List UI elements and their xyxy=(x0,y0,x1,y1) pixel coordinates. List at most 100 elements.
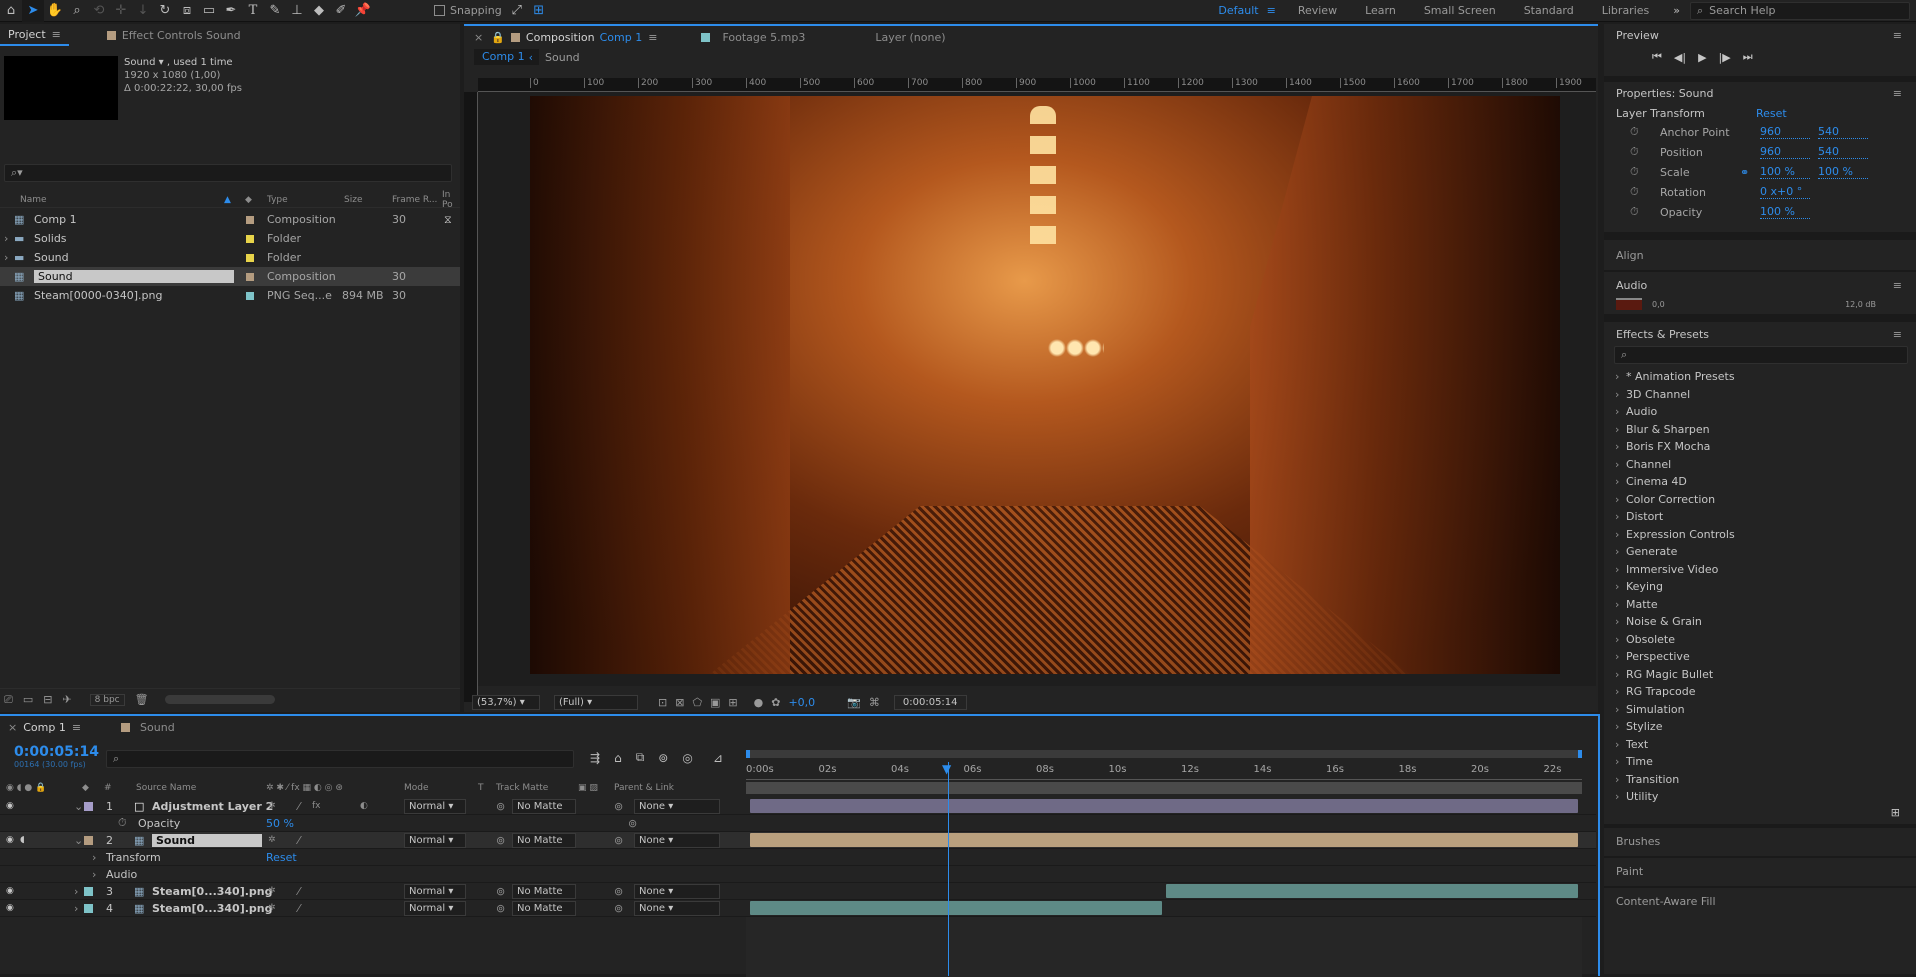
clone-stamp-tool-icon[interactable]: ⊥ xyxy=(286,0,308,22)
parent-pickwhip-icon[interactable]: ⊚ xyxy=(614,800,623,813)
current-time-display[interactable]: 0:00:05:14 00164 (30.00 fps) xyxy=(14,744,99,769)
panel-menu-icon[interactable]: ≡ xyxy=(1893,279,1902,292)
workspace-menu-icon[interactable]: ≡ xyxy=(1267,4,1276,17)
effect-category[interactable]: Expression Controls xyxy=(1612,526,1916,544)
quality-switch-icon[interactable]: ⁄ xyxy=(298,834,300,847)
transform-reset[interactable]: Reset xyxy=(266,851,297,864)
reset-exposure-icon[interactable]: ✿ xyxy=(771,696,780,709)
time-ruler[interactable]: 0:00s 02s 04s 06s 08s 10s 12s 14s 16s 18s 20s 22s xyxy=(746,762,1582,780)
dolly-camera-icon[interactable]: ↓ xyxy=(132,0,154,22)
home-icon[interactable]: ⌂ xyxy=(0,0,22,22)
project-item[interactable]: ▦ Comp 1 Composition 30 ⧖ xyxy=(0,210,460,229)
layer-duration-bar[interactable] xyxy=(750,799,1578,813)
project-bpc[interactable]: 8 bpc xyxy=(89,693,125,706)
content-aware-header[interactable]: Content-Aware Fill xyxy=(1604,888,1916,916)
parent-pickwhip-icon[interactable]: ⊚ xyxy=(614,902,623,915)
align-header[interactable]: Align xyxy=(1604,240,1916,270)
blend-mode-dropdown[interactable]: Normal ▾ xyxy=(404,901,466,916)
blend-mode-dropdown[interactable]: Normal ▾ xyxy=(404,833,466,848)
parent-pickwhip-icon[interactable]: ⊚ xyxy=(614,885,623,898)
previous-frame-icon[interactable]: ◀| xyxy=(1674,51,1686,64)
effect-category[interactable]: Cinema 4D xyxy=(1612,473,1916,491)
track-matte-dropdown[interactable]: No Matte xyxy=(512,901,576,916)
mask-visibility-icon[interactable]: ⬠ xyxy=(692,696,702,709)
label-swatch[interactable] xyxy=(246,253,254,262)
effect-category[interactable]: * Animation Presets xyxy=(1612,368,1916,386)
twirl-arrow-icon[interactable]: › xyxy=(92,868,96,881)
sort-ascending-icon[interactable]: ▲ xyxy=(224,195,231,205)
label-swatch[interactable] xyxy=(246,215,254,224)
color-channels-icon[interactable]: ● xyxy=(754,696,764,709)
twirl-arrow-icon[interactable]: ⌄ xyxy=(74,834,83,847)
project-item[interactable]: ▦ Sound Composition 30 xyxy=(0,267,460,286)
lock-icon[interactable]: 🔒 xyxy=(491,31,505,44)
parent-dropdown[interactable]: None ▾ xyxy=(634,901,720,916)
expand-arrow-icon[interactable]: › xyxy=(4,251,8,264)
label-swatch[interactable] xyxy=(246,272,254,281)
tab-project[interactable]: Project ≡ xyxy=(0,24,69,46)
layer-tab[interactable]: Layer (none) xyxy=(875,31,945,44)
effect-category[interactable]: Keying xyxy=(1612,578,1916,596)
layer-label-swatch[interactable] xyxy=(84,801,93,811)
panel-menu-icon[interactable]: ≡ xyxy=(72,721,81,734)
transform-label[interactable]: Transform xyxy=(106,851,161,864)
stopwatch-icon[interactable]: ⏱ xyxy=(118,816,127,830)
effect-category[interactable]: Matte xyxy=(1612,596,1916,614)
col-size[interactable]: Size xyxy=(344,195,362,205)
brush-tool-icon[interactable]: ✎ xyxy=(264,0,286,22)
effect-category[interactable]: Generate xyxy=(1612,543,1916,561)
twirl-arrow-icon[interactable]: › xyxy=(74,902,78,915)
opacity-value[interactable]: 50 % xyxy=(266,817,294,830)
resolution-dropdown[interactable]: (Full) ▾ xyxy=(554,694,638,710)
layer-duration-bar[interactable] xyxy=(750,901,1162,915)
roto-brush-tool-icon[interactable]: ✐ xyxy=(330,0,352,22)
effect-category[interactable]: Distort xyxy=(1612,508,1916,526)
puppet-pin-tool-icon[interactable]: 📌 xyxy=(352,0,374,22)
stopwatch-icon[interactable]: ⏱ xyxy=(1630,205,1660,219)
motion-blur-icon[interactable]: ◎ xyxy=(682,751,692,765)
breadcrumb-sound[interactable]: Sound xyxy=(545,51,580,64)
fx-switch-icon[interactable]: fx xyxy=(312,801,321,811)
track-matte-pickwhip-icon[interactable]: ⊚ xyxy=(496,800,505,813)
frame-blending-icon[interactable]: ⊚ xyxy=(658,751,668,765)
play-icon[interactable]: ▶ xyxy=(1698,51,1706,64)
effect-category[interactable]: RG Trapcode xyxy=(1612,683,1916,701)
track-matte-dropdown[interactable]: No Matte xyxy=(512,833,576,848)
delete-icon[interactable]: 🗑 xyxy=(135,693,149,706)
new-composition-icon[interactable]: ⊟ xyxy=(43,693,52,706)
property-value-1[interactable]: 0 x+0 ° xyxy=(1760,185,1810,199)
close-icon[interactable]: × xyxy=(474,31,483,44)
panel-menu-icon[interactable]: ≡ xyxy=(1893,29,1902,42)
search-help-input[interactable]: ⌕ Search Help xyxy=(1690,1,1910,20)
label-column-icon[interactable]: ◆ xyxy=(245,195,252,205)
layer-name[interactable]: Adjustment Layer 2 xyxy=(152,800,273,813)
track-matte-dropdown[interactable]: No Matte xyxy=(512,884,576,899)
audio-label[interactable]: Audio xyxy=(106,868,137,881)
timeline-layer-row[interactable]: ◉ › 3 ▦ Steam[0...340].png ✲ ⁄ Normal ▾ ⊚ No Matt… xyxy=(0,883,1596,900)
layer-duration-bar[interactable] xyxy=(750,833,1578,847)
track-matte-pickwhip-icon[interactable]: ⊚ xyxy=(496,834,505,847)
timeline-search-input[interactable]: ⌕ xyxy=(106,750,574,768)
pan-behind-tool-icon[interactable]: ⧈ xyxy=(176,0,198,22)
shy-switch-icon[interactable]: ✲ xyxy=(268,801,276,811)
region-of-interest-icon[interactable]: ▣ xyxy=(710,696,720,709)
parent-dropdown[interactable]: None ▾ xyxy=(634,799,720,814)
new-bin-icon[interactable]: ⊞ xyxy=(1604,806,1916,824)
effect-category[interactable]: Color Correction xyxy=(1612,491,1916,509)
twirl-arrow-icon[interactable]: › xyxy=(74,885,78,898)
property-value-2[interactable]: 100 % xyxy=(1818,165,1868,179)
snapping-checkbox[interactable] xyxy=(434,5,445,16)
pan-camera-icon[interactable]: ✛ xyxy=(110,0,132,22)
workspace-standard[interactable]: Standard xyxy=(1510,4,1588,17)
close-icon[interactable]: × xyxy=(8,721,17,734)
orbit-camera-icon[interactable]: ⟲ xyxy=(88,0,110,22)
type-tool-icon[interactable]: T xyxy=(242,0,264,22)
timeline-empty-area[interactable] xyxy=(746,917,1582,977)
snap-grid-icon[interactable]: ⊞ xyxy=(528,0,550,22)
layer-duration-bar[interactable] xyxy=(1166,884,1578,898)
panel-menu-icon[interactable]: ≡ xyxy=(1893,87,1902,100)
brushes-header[interactable]: Brushes xyxy=(1604,828,1916,856)
timeline-layer-row[interactable]: ◉ ◖ ⌄ 2 ▦ Sound ✲ ⁄ Normal ▾ ⊚ No Matte ⊚ None ▾ xyxy=(0,832,1596,849)
visibility-eye-icon[interactable]: ◉ xyxy=(6,835,14,845)
parent-dropdown[interactable]: None ▾ xyxy=(634,884,720,899)
